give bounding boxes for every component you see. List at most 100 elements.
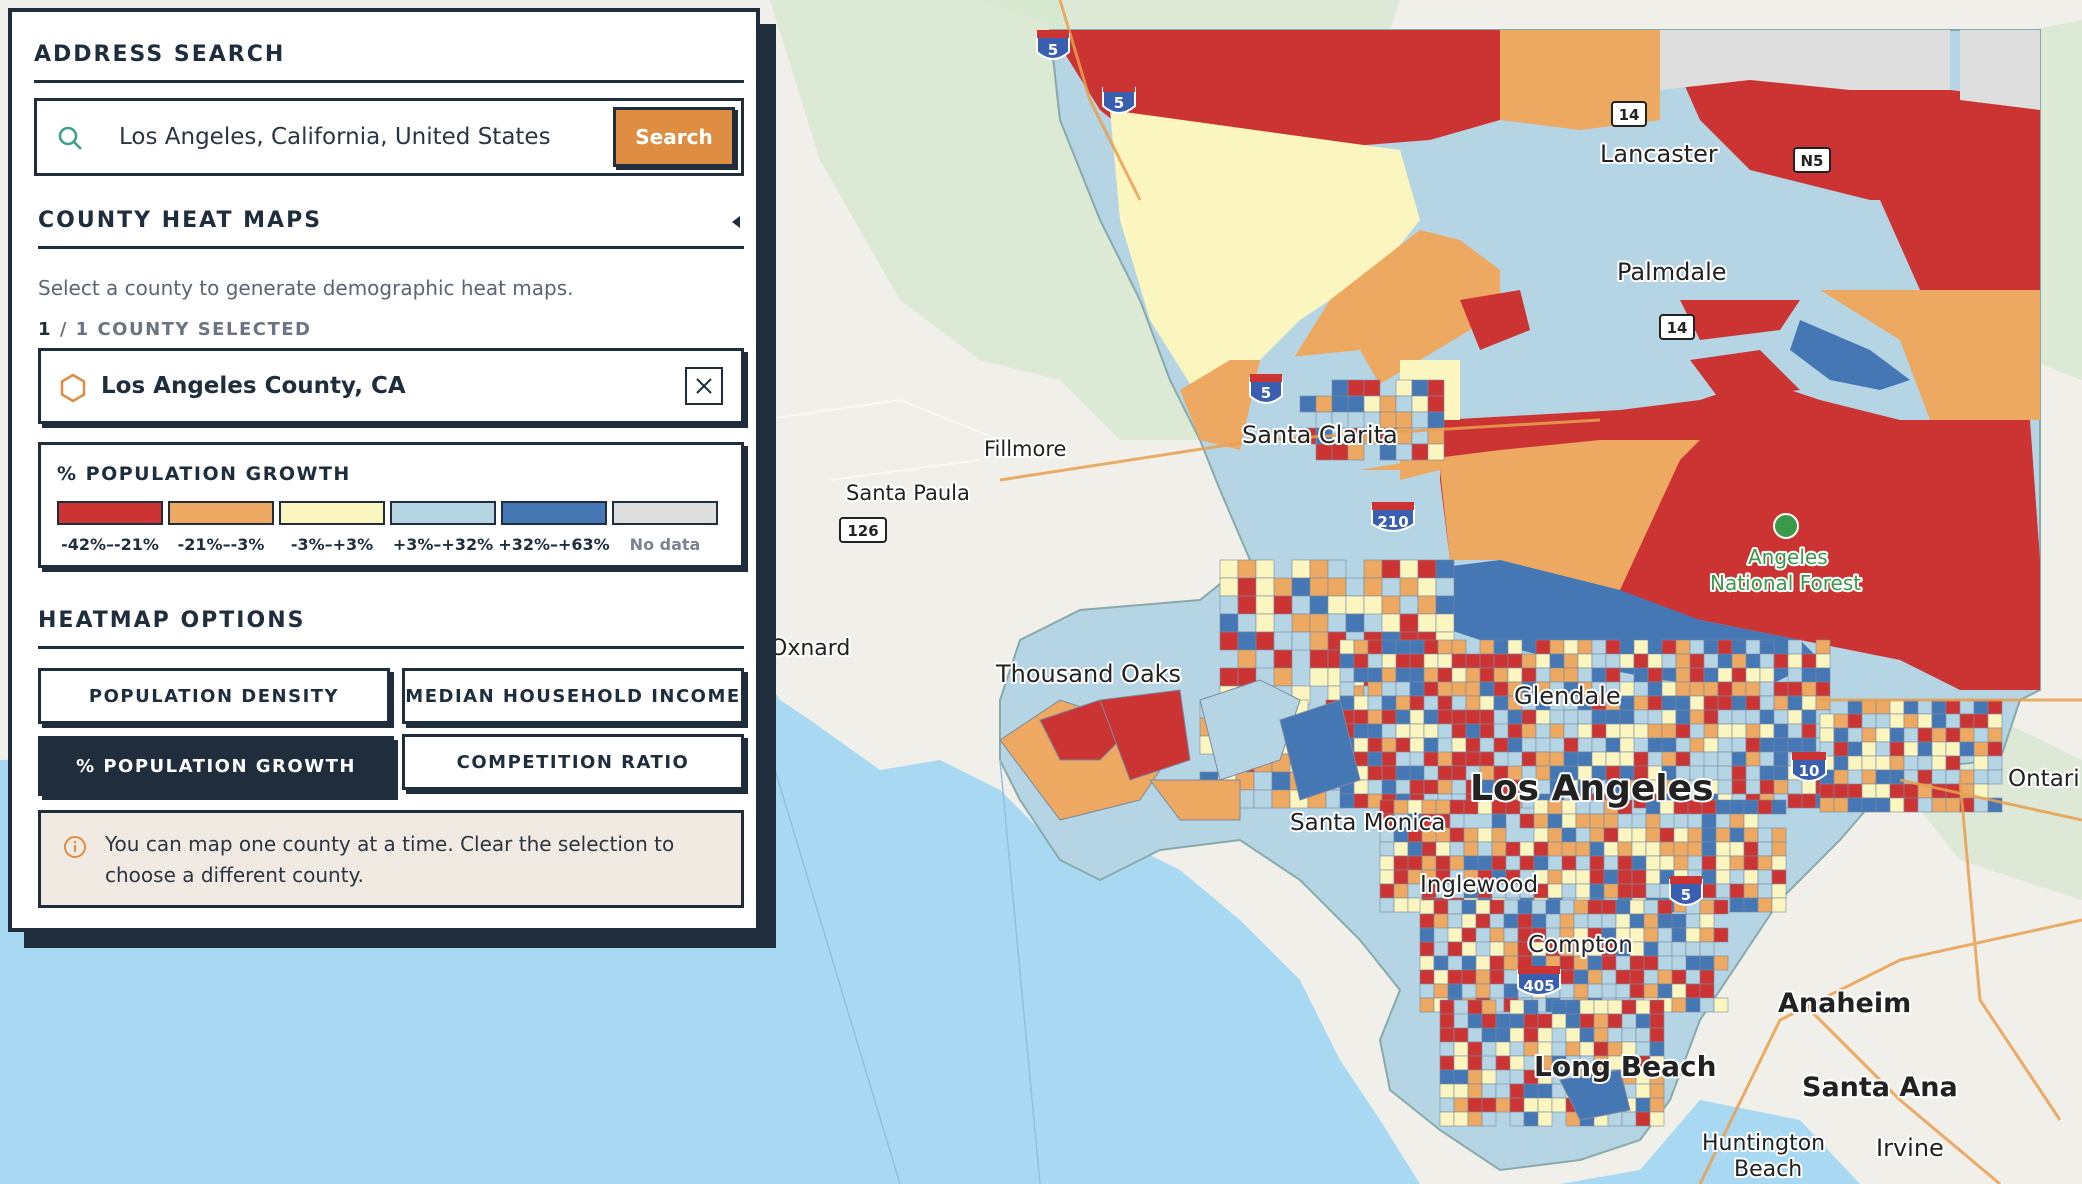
option-population-density[interactable]: POPULATION DENSITY	[38, 668, 390, 724]
census-tract	[1657, 913, 1673, 929]
census-tract	[1945, 769, 1961, 785]
county-heat-maps-title: COUNTY HEAT MAPS	[38, 208, 323, 233]
census-tract	[1309, 559, 1329, 579]
census-tract	[1591, 751, 1607, 767]
census-tract	[1273, 667, 1293, 687]
census-tract	[1629, 969, 1645, 985]
clear-county-button[interactable]	[685, 367, 723, 405]
census-tract	[1537, 1083, 1553, 1099]
census-tract	[1419, 927, 1435, 943]
census-tract	[1685, 913, 1701, 929]
census-tract	[1619, 653, 1635, 669]
census-tract	[1331, 379, 1349, 397]
census-tract	[1603, 827, 1619, 843]
census-tract	[1713, 997, 1729, 1013]
census-tract	[1509, 999, 1525, 1015]
census-tract	[1363, 395, 1381, 413]
census-tract	[1987, 741, 2003, 757]
census-tract	[1917, 797, 1933, 813]
census-tract	[1407, 855, 1423, 871]
info-icon	[64, 836, 86, 858]
svg-text:5: 5	[1681, 886, 1691, 904]
census-tract	[1409, 737, 1425, 753]
svg-text:14: 14	[1619, 106, 1640, 124]
census-tract	[1339, 653, 1355, 669]
census-tract	[1787, 793, 1803, 809]
census-tract	[1367, 653, 1383, 669]
search-button[interactable]: Search	[613, 107, 735, 167]
census-tract	[1563, 653, 1579, 669]
census-tract	[1945, 727, 1961, 743]
census-tract	[1605, 639, 1621, 655]
census-tract	[1367, 639, 1383, 655]
census-tract	[1833, 713, 1849, 729]
census-tract	[1353, 779, 1369, 795]
census-tract	[1409, 751, 1425, 767]
option-population-growth[interactable]: % POPULATION GROWTH	[38, 736, 394, 796]
census-tract	[1503, 941, 1519, 957]
census-tract	[1819, 713, 1835, 729]
census-tract	[1659, 841, 1675, 857]
census-tract	[1801, 653, 1817, 669]
census-tract	[1801, 709, 1817, 725]
census-tract	[1635, 1097, 1651, 1113]
census-tract	[1495, 1027, 1511, 1043]
census-tract	[1419, 955, 1435, 971]
census-tract	[1427, 443, 1445, 461]
option-competition-ratio[interactable]: COMPETITION RATIO	[402, 734, 744, 790]
census-tract	[1931, 755, 1947, 771]
census-tract	[1717, 695, 1733, 711]
place-palmdale: Palmdale	[1617, 258, 1727, 286]
census-tract	[1575, 813, 1591, 829]
census-tract	[1433, 941, 1449, 957]
census-tract	[1731, 765, 1747, 781]
option-median-household-income[interactable]: MEDIAN HOUSEHOLD INCOME	[402, 668, 744, 724]
census-tract	[1481, 1069, 1497, 1085]
census-tract	[1465, 723, 1481, 739]
census-tract	[1523, 1027, 1539, 1043]
census-tract	[1575, 827, 1591, 843]
census-tract	[1517, 913, 1533, 929]
census-tract	[1903, 713, 1919, 729]
census-tract	[1759, 737, 1775, 753]
census-tract	[1439, 1069, 1455, 1085]
census-tract	[1601, 955, 1617, 971]
census-tract	[1945, 797, 1961, 813]
census-tract	[1219, 631, 1239, 651]
census-tract	[1481, 1055, 1497, 1071]
census-tract	[1703, 751, 1719, 767]
collapse-left-icon[interactable]	[726, 212, 746, 232]
census-tract	[1535, 737, 1551, 753]
census-tract	[1437, 653, 1453, 669]
census-tract	[1467, 999, 1483, 1015]
census-tract	[1861, 797, 1877, 813]
census-tract	[1521, 653, 1537, 669]
census-tract	[1833, 783, 1849, 799]
census-tract	[1959, 741, 1975, 757]
census-tract	[1661, 709, 1677, 725]
census-tract	[1801, 793, 1817, 809]
census-tract	[1219, 595, 1239, 615]
census-tract	[1339, 667, 1355, 683]
census-tract	[1327, 613, 1347, 633]
census-tract	[1861, 699, 1877, 715]
census-tract	[1745, 737, 1761, 753]
census-tract	[1291, 577, 1311, 597]
census-tract	[1833, 769, 1849, 785]
census-tract	[1419, 899, 1435, 915]
census-tract	[1399, 595, 1419, 615]
census-tract	[1617, 841, 1633, 857]
census-tract	[1439, 999, 1455, 1015]
census-tract	[1973, 741, 1989, 757]
svg-text:10: 10	[1799, 762, 1820, 780]
census-tract	[1699, 927, 1715, 943]
census-tract	[1381, 681, 1397, 697]
census-tract	[1367, 681, 1383, 697]
census-tract	[1889, 797, 1905, 813]
census-tract	[1615, 969, 1631, 985]
census-tract	[1309, 595, 1329, 615]
census-tract	[1563, 709, 1579, 725]
address-search-input[interactable]	[117, 111, 621, 163]
census-tract	[1577, 653, 1593, 669]
census-tract	[1417, 577, 1437, 597]
